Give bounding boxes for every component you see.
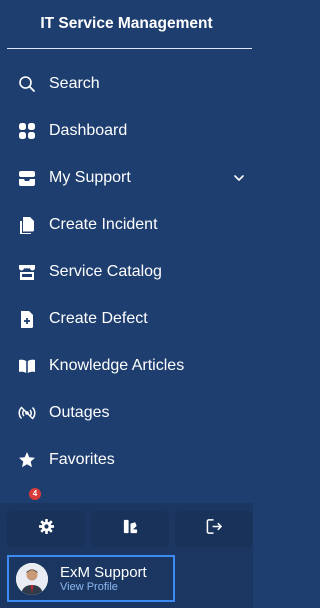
- nav-label-service-catalog: Service Catalog: [49, 262, 162, 280]
- file-add-icon: [18, 310, 36, 328]
- book-open-icon: [18, 357, 36, 375]
- broadcast-icon: [18, 404, 36, 422]
- logout-button[interactable]: [175, 511, 253, 547]
- app-header: IT Service Management: [0, 0, 253, 48]
- nav-item-outages[interactable]: Outages: [0, 389, 253, 436]
- profile-card[interactable]: ExM Support View Profile: [7, 555, 175, 602]
- profile-name: ExM Support: [60, 563, 147, 581]
- nav-item-create-incident[interactable]: Create Incident: [0, 201, 253, 248]
- nav-item-search[interactable]: Search: [0, 60, 253, 107]
- inbox-icon: [18, 169, 36, 187]
- header-divider: [7, 48, 252, 49]
- nav-item-favorites[interactable]: Favorites: [0, 436, 253, 483]
- avatar: [16, 562, 48, 595]
- nav-label-favorites: Favorites: [49, 450, 115, 468]
- notification-badge: 4: [29, 488, 41, 500]
- chevron-down-icon[interactable]: [233, 171, 245, 183]
- nav-item-service-catalog[interactable]: Service Catalog: [0, 248, 253, 295]
- search-icon: [18, 75, 36, 93]
- copy-document-icon: [18, 216, 36, 234]
- app-title: IT Service Management: [40, 15, 213, 32]
- theme-button[interactable]: [91, 511, 169, 547]
- nav-label-knowledge-articles: Knowledge Articles: [49, 356, 185, 374]
- nav-item-my-support[interactable]: My Support: [0, 154, 253, 201]
- storefront-icon: [18, 263, 36, 281]
- profile-text: ExM Support View Profile: [60, 564, 147, 594]
- dashboard-icon: [18, 122, 36, 140]
- nav-label-create-defect: Create Defect: [49, 309, 148, 327]
- nav-label-dashboard: Dashboard: [49, 121, 128, 139]
- nav-label-create-incident: Create Incident: [49, 215, 158, 233]
- view-profile-link[interactable]: View Profile: [60, 581, 147, 594]
- nav-item-dashboard[interactable]: Dashboard: [0, 107, 253, 154]
- theme-icon: [122, 518, 139, 540]
- nav-label-search: Search: [49, 74, 100, 92]
- settings-button[interactable]: [7, 511, 85, 547]
- nav-label-my-support: My Support: [49, 168, 131, 186]
- gear-icon: [38, 518, 55, 540]
- nav-label-outages: Outages: [49, 403, 110, 421]
- action-bar: [7, 511, 253, 547]
- star-icon: [18, 451, 36, 469]
- logout-icon: [206, 518, 223, 540]
- nav-item-knowledge-articles[interactable]: Knowledge Articles: [0, 342, 253, 389]
- nav-item-create-defect[interactable]: Create Defect: [0, 295, 253, 342]
- sidebar-nav: Search Dashboard My Support Create Incid…: [0, 60, 253, 483]
